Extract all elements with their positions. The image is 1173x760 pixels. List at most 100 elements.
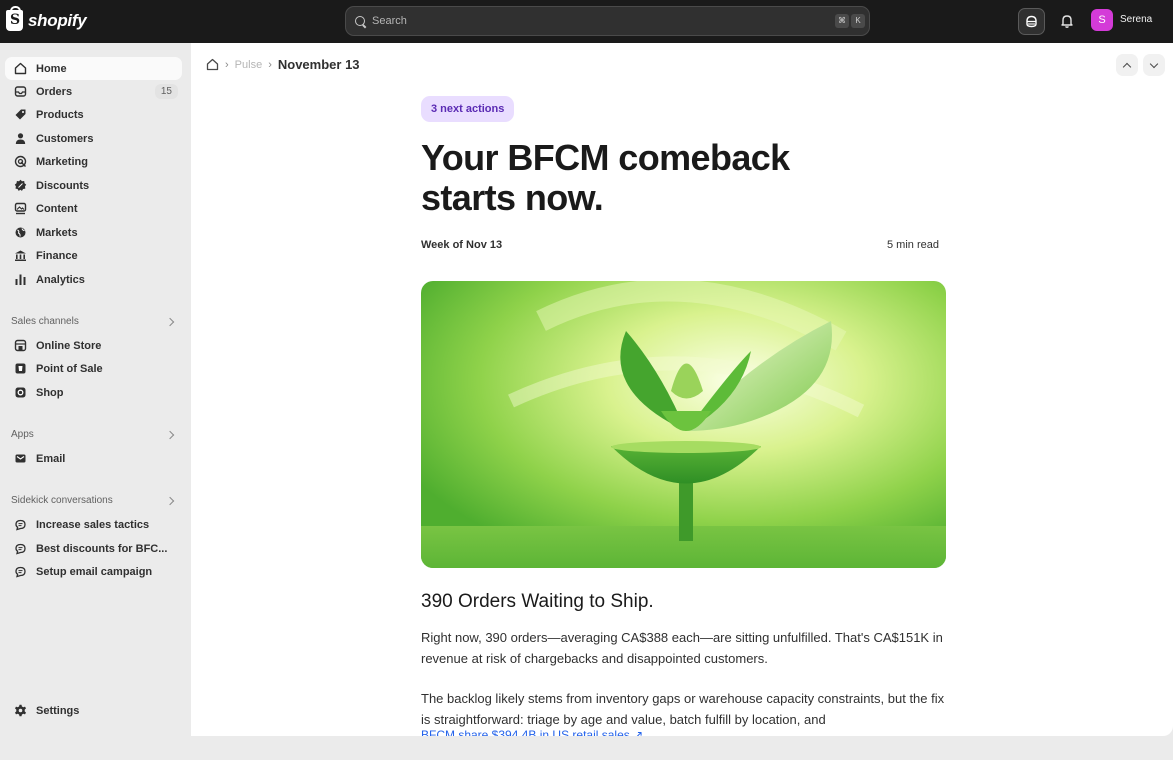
chevron-right-icon: [165, 430, 175, 439]
previous-button[interactable]: [1116, 54, 1138, 76]
section-heading-label: Sidekick conversations: [11, 495, 113, 506]
sidebar-item-finance[interactable]: Finance: [5, 244, 182, 267]
home-breadcrumb-icon[interactable]: [206, 58, 219, 71]
chat-icon: [13, 518, 27, 532]
chevron-up-icon: [1122, 62, 1132, 71]
breadcrumb: › Pulse › November 13: [206, 57, 360, 72]
search-placeholder: Search: [372, 15, 407, 27]
sidebar-item-label: Shop: [36, 386, 64, 399]
sidebar-item-label: Finance: [36, 249, 78, 262]
sidebar-item-label: Products: [36, 108, 84, 121]
breadcrumb-parent-link[interactable]: Pulse: [235, 59, 263, 71]
user-avatar[interactable]: S: [1091, 9, 1113, 31]
orders-icon: [13, 85, 27, 99]
sidebar-item-point-of-sale[interactable]: Point of Sale: [5, 357, 182, 380]
sales-channels-heading[interactable]: Sales channels: [11, 316, 177, 327]
sidebar-item-online-store[interactable]: Online Store: [5, 334, 182, 357]
sidebar-item-label: Discounts: [36, 179, 90, 192]
sidebar-item-markets[interactable]: Markets: [5, 221, 182, 244]
sidebar-item-label: Best discounts for BFC...: [36, 542, 168, 555]
bank-icon: [13, 249, 27, 263]
search-icon: [354, 15, 367, 28]
sidebar-item-label: Setup email campaign: [36, 565, 153, 578]
apps-heading[interactable]: Apps: [11, 429, 177, 440]
sidekick-button[interactable]: [1018, 8, 1045, 35]
sidebar-item-settings[interactable]: Settings: [5, 699, 182, 722]
headline-line: starts now.: [421, 177, 604, 218]
user-name[interactable]: Serena: [1120, 14, 1152, 25]
pos-icon: [13, 362, 27, 376]
top-bar: shopify Search ⌘ K S Serena: [0, 0, 1173, 43]
sidebar-item-label: Analytics: [36, 273, 85, 286]
sidebar-item-conversation[interactable]: Increase sales tactics: [5, 513, 182, 536]
sidebar-item-home[interactable]: Home: [5, 57, 182, 80]
main-content: › Pulse › November 13 3 next actions You…: [191, 43, 1173, 736]
section-heading-label: Sales channels: [11, 316, 79, 327]
sidebar-item-label: Online Store: [36, 339, 102, 352]
shopify-bag-icon: [6, 6, 23, 31]
sidebar-item-label: Customers: [36, 132, 94, 145]
sidebar-item-label: Content: [36, 202, 78, 215]
shortcut-k-key: K: [851, 14, 865, 28]
sidebar-item-email[interactable]: Email: [5, 447, 182, 470]
email-icon: [13, 452, 27, 466]
article-paragraph: Right now, 390 orders—averaging CA$388 e…: [421, 630, 943, 666]
gear-icon: [13, 704, 27, 718]
sidebar-item-label: Point of Sale: [36, 362, 103, 375]
sidebar-item-label: Increase sales tactics: [36, 518, 150, 531]
sidebar-item-label: Marketing: [36, 155, 88, 168]
breadcrumb-separator: ›: [268, 58, 272, 71]
orders-count-badge: 15: [154, 84, 178, 99]
section-title: 390 Orders Waiting to Ship.: [421, 591, 654, 612]
chevron-right-icon: [165, 496, 175, 505]
sidebar-item-orders[interactable]: Orders 15: [5, 80, 182, 103]
article-paragraph: The backlog likely stems from inventory …: [421, 691, 945, 727]
sidebar: Home Orders 15 Products Customers Market…: [0, 43, 191, 760]
sidebar-item-label: Home: [36, 62, 67, 75]
section-heading-label: Apps: [11, 429, 34, 440]
sidebar-item-conversation[interactable]: Setup email campaign: [5, 560, 182, 583]
notifications-bell-icon[interactable]: [1060, 13, 1074, 29]
source-link[interactable]: BFCM share $394.4B in US retail sales ↗: [421, 728, 643, 736]
sidebar-item-shop[interactable]: Shop: [5, 381, 182, 404]
sidebar-item-analytics[interactable]: Analytics: [5, 268, 182, 291]
sidebar-item-label: Orders: [36, 85, 73, 98]
chevron-down-icon: [1149, 59, 1159, 68]
home-icon: [13, 62, 27, 76]
sidebar-item-discounts[interactable]: Discounts: [5, 174, 182, 197]
sidekick-conversations-heading[interactable]: Sidekick conversations: [11, 495, 177, 506]
sidebar-item-products[interactable]: Products: [5, 103, 182, 126]
page-title: November 13: [277, 57, 360, 72]
discount-icon: [13, 179, 27, 193]
brand-name: shopify: [28, 10, 87, 30]
sidebar-item-content[interactable]: Content: [5, 197, 182, 220]
sidebar-item-label: Markets: [36, 226, 78, 239]
next-button[interactable]: [1143, 54, 1165, 76]
read-time: 5 min read: [887, 239, 939, 251]
article-week: Week of Nov 13: [421, 239, 503, 251]
next-actions-badge[interactable]: 3 next actions: [421, 96, 515, 122]
sidebar-item-conversation[interactable]: Best discounts for BFC...: [5, 537, 182, 560]
sidebar-item-customers[interactable]: Customers: [5, 127, 182, 150]
content-icon: [13, 202, 27, 216]
shortcut-cmd-key: ⌘: [835, 14, 849, 28]
shopify-logo[interactable]: shopify: [6, 6, 87, 31]
search-input[interactable]: Search ⌘ K: [345, 6, 870, 36]
hero-image-green-sprout: [421, 281, 946, 568]
headline-line: Your BFCM comeback: [421, 137, 790, 178]
chevron-right-icon: [165, 317, 175, 326]
globe-icon: [13, 226, 27, 240]
shop-icon: [13, 386, 27, 400]
breadcrumb-separator: ›: [225, 58, 229, 71]
chat-icon: [13, 565, 27, 579]
store-icon: [13, 339, 27, 353]
sidebar-item-label: Email: [36, 452, 66, 465]
sidebar-item-label: Settings: [36, 704, 80, 717]
sidekick-icon: [1026, 15, 1037, 28]
target-icon: [13, 155, 27, 169]
article-headline: Your BFCM comeback starts now.: [421, 138, 941, 218]
bar-chart-icon: [13, 273, 27, 287]
sidebar-item-marketing[interactable]: Marketing: [5, 150, 182, 173]
tag-icon: [13, 108, 27, 122]
person-icon: [13, 132, 27, 146]
